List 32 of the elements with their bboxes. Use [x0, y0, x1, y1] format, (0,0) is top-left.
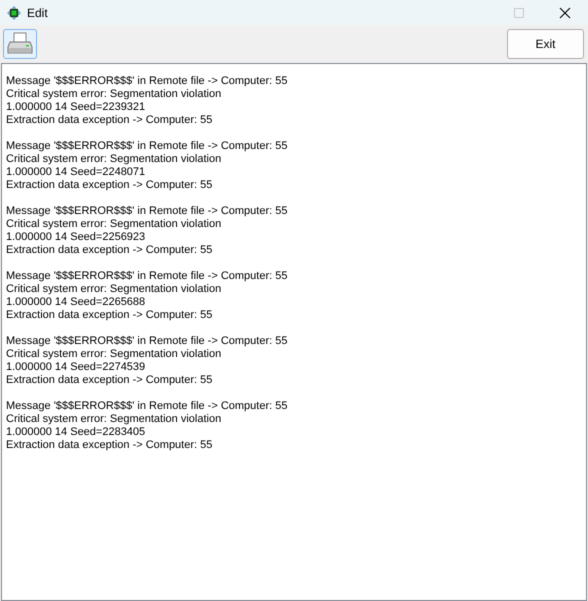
log-line: 1.000000 14 Seed=2256923 — [6, 231, 146, 244]
print-button[interactable] — [3, 29, 37, 59]
log-line: 1.000000 14 Seed=2283405 — [6, 426, 146, 439]
maximize-icon — [514, 8, 524, 18]
log-line: Message '$$$ERROR$$$' in Remote file -> Computer: 55 — [6, 400, 288, 413]
log-line: Extraction data exception -> Computer: 55 — [6, 114, 214, 127]
log-line: Extraction data exception -> Computer: 55 — [6, 439, 214, 452]
window-title: Edit — [27, 6, 49, 20]
log-line: Message '$$$ERROR$$$' in Remote file -> Computer: 55 — [6, 140, 288, 153]
log-line: Extraction data exception -> Computer: 55 — [6, 374, 214, 387]
log-line: Critical system error: Segmentation violation — [6, 218, 222, 231]
log-line: 1.000000 14 Seed=2248071 — [6, 166, 146, 179]
log-line: 1.000000 14 Seed=2265688 — [6, 296, 146, 309]
log-line: Extraction data exception -> Computer: 55 — [6, 244, 214, 257]
log-line: Message '$$$ERROR$$$' in Remote file -> Computer: 55 — [6, 335, 288, 348]
log-line: Critical system error: Segmentation violation — [6, 153, 222, 166]
log-line: Critical system error: Segmentation violation — [6, 88, 222, 101]
log-line: Message '$$$ERROR$$$' in Remote file -> Computer: 55 — [6, 270, 288, 283]
log-line: 1.000000 14 Seed=2239321 — [6, 101, 146, 114]
log-text-area[interactable] — [1, 63, 587, 601]
log-line: Extraction data exception -> Computer: 55 — [6, 309, 214, 322]
log-line: Critical system error: Segmentation violation — [6, 283, 222, 296]
close-icon — [559, 6, 571, 18]
log-line: Critical system error: Segmentation violation — [6, 348, 222, 361]
log-line: 1.000000 14 Seed=2274539 — [6, 361, 146, 374]
log-line: Critical system error: Segmentation violation — [6, 413, 222, 426]
app-icon — [7, 6, 21, 20]
log-line: Message '$$$ERROR$$$' in Remote file -> Computer: 55 — [6, 75, 288, 88]
exit-button[interactable]: Exit — [507, 29, 584, 59]
log-line: Extraction data exception -> Computer: 55 — [6, 179, 214, 192]
log-line: Message '$$$ERROR$$$' in Remote file -> Computer: 55 — [6, 205, 288, 218]
printer-icon — [7, 32, 33, 56]
